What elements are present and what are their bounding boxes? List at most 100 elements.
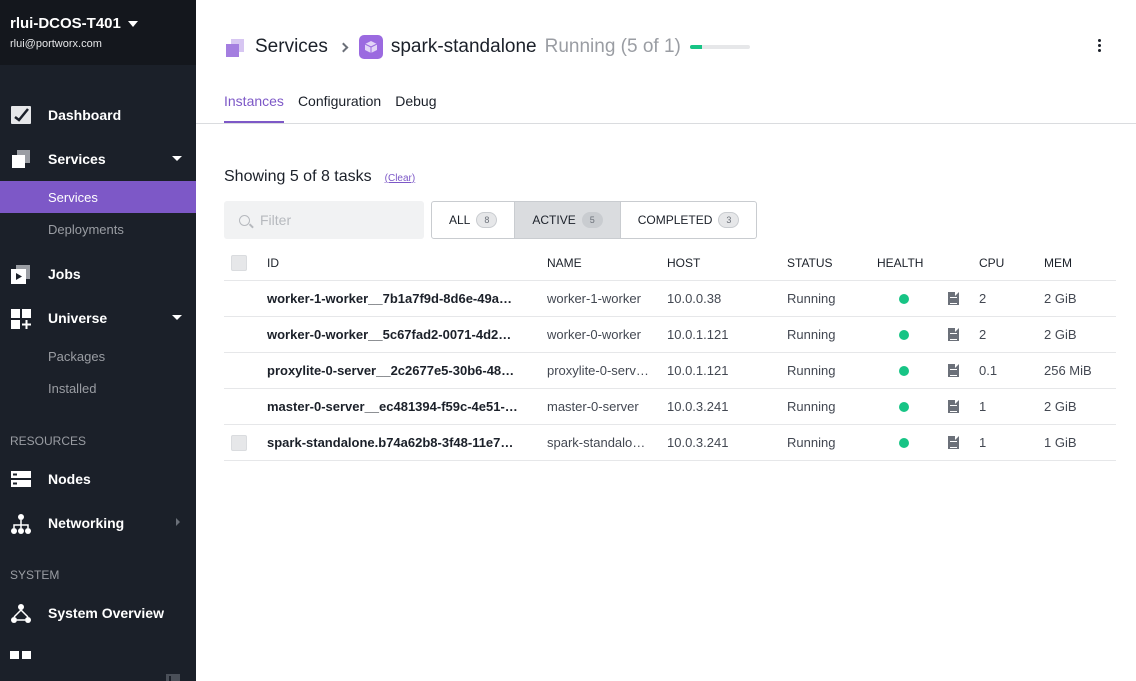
task-id[interactable]: proxylite-0-server__2c2677e5-30b6-48…	[267, 353, 537, 388]
sidebar-item-dashboard[interactable]: Dashboard	[0, 100, 196, 130]
row-select-cell	[231, 425, 247, 460]
task-logs	[948, 281, 968, 316]
sidebar-item-services[interactable]: Services	[0, 144, 196, 174]
chevron-down-icon[interactable]	[172, 156, 182, 161]
cluster-name[interactable]: rlui-DCOS-T401	[10, 15, 186, 32]
task-count-summary: Showing 5 of 8 tasks (Clear)	[224, 168, 415, 186]
task-host: 10.0.1.121	[667, 363, 729, 378]
table-row[interactable]: spark-standalone.b74a62b8-3f48-11e7… spa…	[224, 425, 1116, 461]
health-ok-icon	[899, 365, 909, 376]
task-name: spark-standalo…	[547, 425, 659, 460]
select-all-cell	[231, 246, 247, 280]
nodes-icon	[10, 469, 34, 489]
progress-fill	[689, 45, 702, 49]
health-ok-icon	[899, 401, 909, 412]
task-health	[877, 317, 947, 352]
more-options-icon[interactable]	[1098, 39, 1102, 52]
column-header-status[interactable]: STATUS	[787, 246, 867, 280]
filter-input[interactable]	[260, 212, 410, 228]
task-mem: 256 MiB	[1044, 363, 1092, 378]
task-logs	[948, 353, 968, 388]
health-ok-icon	[899, 293, 909, 304]
task-id[interactable]: master-0-server__ec481394-f59c-4e51-…	[267, 389, 537, 424]
collapse-sidebar-icon[interactable]	[166, 671, 180, 681]
logs-document-icon[interactable]	[948, 400, 959, 413]
tab-instances[interactable]: Instances	[224, 93, 284, 123]
chevron-right-icon	[338, 42, 349, 52]
task-status: Running	[787, 435, 836, 450]
clear-filter-link[interactable]: (Clear)	[385, 173, 416, 184]
sidebar-item-system-overview[interactable]: System Overview	[0, 598, 196, 628]
filter-active-button[interactable]: ACTIVE 5	[515, 202, 621, 238]
sidebar-item-universe[interactable]: Universe	[0, 303, 196, 333]
tab-configuration[interactable]: Configuration	[298, 93, 381, 123]
table-header-row: ID NAME HOST STATUS HEALTH CPU MEM	[224, 246, 1116, 281]
task-id[interactable]: worker-1-worker__7b1a7f9d-8d6e-49a…	[267, 281, 537, 316]
column-header-host[interactable]: HOST	[667, 246, 777, 280]
task-logs	[948, 425, 968, 460]
task-id[interactable]: worker-0-worker__5c67fad2-0071-4d2…	[267, 317, 537, 352]
dashboard-icon	[10, 105, 34, 125]
table-row[interactable]: master-0-server__ec481394-f59c-4e51-… ma…	[224, 389, 1116, 425]
select-all-checkbox[interactable]	[231, 255, 247, 271]
task-id-text: worker-0-worker__5c67fad2-0071-4d2…	[267, 327, 512, 342]
sidebar-subitem-packages[interactable]: Packages	[0, 340, 196, 372]
task-cpu: 0.1	[979, 363, 998, 378]
sidebar-item-label: Networking	[48, 515, 125, 531]
task-id-text: master-0-server__ec481394-f59c-4e51-…	[267, 399, 518, 414]
main-content: Services spark-standalone Running (5 of …	[196, 0, 1136, 681]
sidebar-subitem-services[interactable]: Services	[0, 181, 196, 213]
filter-completed-button[interactable]: COMPLETED 3	[621, 202, 757, 238]
system-overview-icon	[10, 603, 34, 623]
breadcrumb-services[interactable]: Services	[255, 36, 328, 58]
column-header-name[interactable]: NAME	[547, 246, 659, 280]
task-mem: 2 GiB	[1044, 291, 1077, 306]
task-id-text: spark-standalone.b74a62b8-3f48-11e7…	[267, 435, 514, 450]
column-header-cpu[interactable]: CPU	[979, 246, 1029, 280]
showing-text: Showing 5 of 8 tasks	[224, 168, 372, 185]
task-host: 10.0.0.38	[667, 291, 722, 306]
task-status: Running	[787, 327, 836, 342]
task-host: 10.0.1.121	[667, 327, 729, 342]
chevron-right-icon[interactable]	[176, 518, 180, 526]
logs-document-icon[interactable]	[948, 364, 959, 377]
service-status: Running (5 of 1)	[544, 36, 681, 57]
filter-all-button[interactable]: ALL 8	[432, 202, 516, 238]
task-mem: 2 GiB	[1044, 327, 1077, 342]
table-row[interactable]: worker-1-worker__7b1a7f9d-8d6e-49a… work…	[224, 281, 1116, 317]
column-header-health[interactable]: HEALTH	[877, 246, 947, 280]
page-title: spark-standalone	[390, 36, 537, 57]
task-cpu: 1	[979, 435, 987, 450]
filter-label: ALL	[449, 213, 471, 227]
tab-debug[interactable]: Debug	[395, 93, 436, 123]
sidebar-item-networking[interactable]: Networking	[0, 508, 196, 538]
task-name: master-0-server	[547, 389, 659, 424]
health-ok-icon	[899, 437, 909, 448]
sidebar-item-jobs[interactable]: Jobs	[0, 259, 196, 289]
task-status: Running	[787, 399, 836, 414]
cluster-header[interactable]: rlui-DCOS-T401 rlui@portworx.com	[0, 0, 196, 65]
task-name: proxylite-0-serv…	[547, 353, 659, 388]
tabs: Instances Configuration Debug	[224, 93, 450, 123]
column-header-mem[interactable]: MEM	[1044, 246, 1116, 280]
sidebar-subitem-deployments[interactable]: Deployments	[0, 213, 196, 245]
table-row[interactable]: worker-0-worker__5c67fad2-0071-4d2… work…	[224, 317, 1116, 353]
services-icon	[224, 37, 244, 57]
logs-document-icon[interactable]	[948, 436, 959, 449]
table-row[interactable]: proxylite-0-server__2c2677e5-30b6-48… pr…	[224, 353, 1116, 389]
health-ok-icon	[899, 329, 909, 340]
logs-document-icon[interactable]	[948, 292, 959, 305]
sidebar-item-label: Nodes	[48, 471, 91, 487]
service-progress-bar	[689, 45, 750, 49]
logs-document-icon[interactable]	[948, 328, 959, 341]
column-header-id[interactable]: ID	[267, 246, 537, 280]
task-status: Running	[787, 363, 836, 378]
task-id[interactable]: spark-standalone.b74a62b8-3f48-11e7…	[267, 425, 537, 460]
chevron-down-icon[interactable]	[172, 315, 182, 320]
filter-label: ACTIVE	[532, 213, 576, 227]
row-checkbox[interactable]	[231, 434, 247, 451]
sidebar-subitem-installed[interactable]: Installed	[0, 372, 196, 404]
sidebar-item-nodes[interactable]: Nodes	[0, 464, 196, 494]
task-cpu: 2	[979, 291, 987, 306]
filter-box[interactable]	[224, 201, 424, 239]
